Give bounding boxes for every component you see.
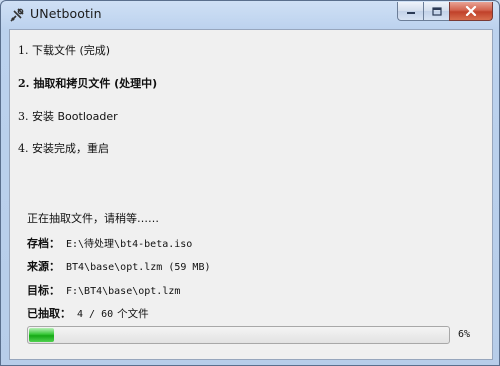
maximize-button[interactable] xyxy=(423,2,449,21)
step-finish-reboot: 4. 安装完成，重启 xyxy=(18,140,109,156)
archive-label: 存档： xyxy=(27,237,60,250)
client-area: 1. 下载文件 (完成) 2. 抽取和拷贝文件 (处理中) 3. 安装 Boot… xyxy=(9,29,493,360)
extracted-row: 已抽取： 4 / 60 个文件 xyxy=(27,305,149,321)
caption-buttons xyxy=(397,2,493,21)
target-label: 目标： xyxy=(27,284,60,297)
close-icon xyxy=(465,6,477,16)
extracted-unit: 个文件 xyxy=(117,308,149,320)
status-text: 正在抽取文件，请稍等…… xyxy=(27,212,159,225)
step-label: 安装完成，重启 xyxy=(32,142,109,155)
target-row: 目标： F:\BT4\base\opt.lzm xyxy=(27,282,180,298)
extracted-label: 已抽取： xyxy=(27,307,71,320)
window-title: UNetbootin xyxy=(30,6,102,21)
step-extract-copy: 2. 抽取和拷贝文件 (处理中) xyxy=(18,75,157,91)
source-label: 来源： xyxy=(27,260,60,273)
step-label: 抽取和拷贝文件 (处理中) xyxy=(33,77,158,90)
title-bar[interactable]: UNetbootin xyxy=(1,1,499,29)
unetbootin-app-icon xyxy=(10,8,24,22)
step-number: 3. xyxy=(18,110,29,123)
maximize-icon xyxy=(431,6,442,16)
source-value: BT4\base\opt.lzm (59 MB) xyxy=(66,262,211,273)
progress-bar xyxy=(27,326,450,344)
minimize-button[interactable] xyxy=(397,2,423,21)
minimize-icon xyxy=(406,12,415,14)
progress-percent: 6% xyxy=(458,329,471,340)
unetbootin-window: UNetbootin 1. 下载文件 (完成) 2. 抽取和拷贝文件 (处理中)… xyxy=(0,0,500,366)
step-label: 下载文件 (完成) xyxy=(32,44,111,57)
archive-row: 存档： E:\待处理\bt4-beta.iso xyxy=(27,235,192,251)
step-download: 1. 下载文件 (完成) xyxy=(18,42,110,58)
step-label: 安装 Bootloader xyxy=(32,110,118,123)
step-number: 1. xyxy=(18,44,29,57)
close-button[interactable] xyxy=(449,2,493,21)
target-value: F:\BT4\base\opt.lzm xyxy=(66,286,181,297)
step-number: 2. xyxy=(18,77,30,90)
step-number: 4. xyxy=(18,142,29,155)
progress-fill xyxy=(29,328,54,342)
source-row: 来源： BT4\base\opt.lzm (59 MB) xyxy=(27,258,211,274)
archive-value: E:\待处理\bt4-beta.iso xyxy=(66,239,193,250)
step-install-bootloader: 3. 安装 Bootloader xyxy=(18,108,118,124)
extracted-count: 4 / 60 xyxy=(77,309,114,320)
